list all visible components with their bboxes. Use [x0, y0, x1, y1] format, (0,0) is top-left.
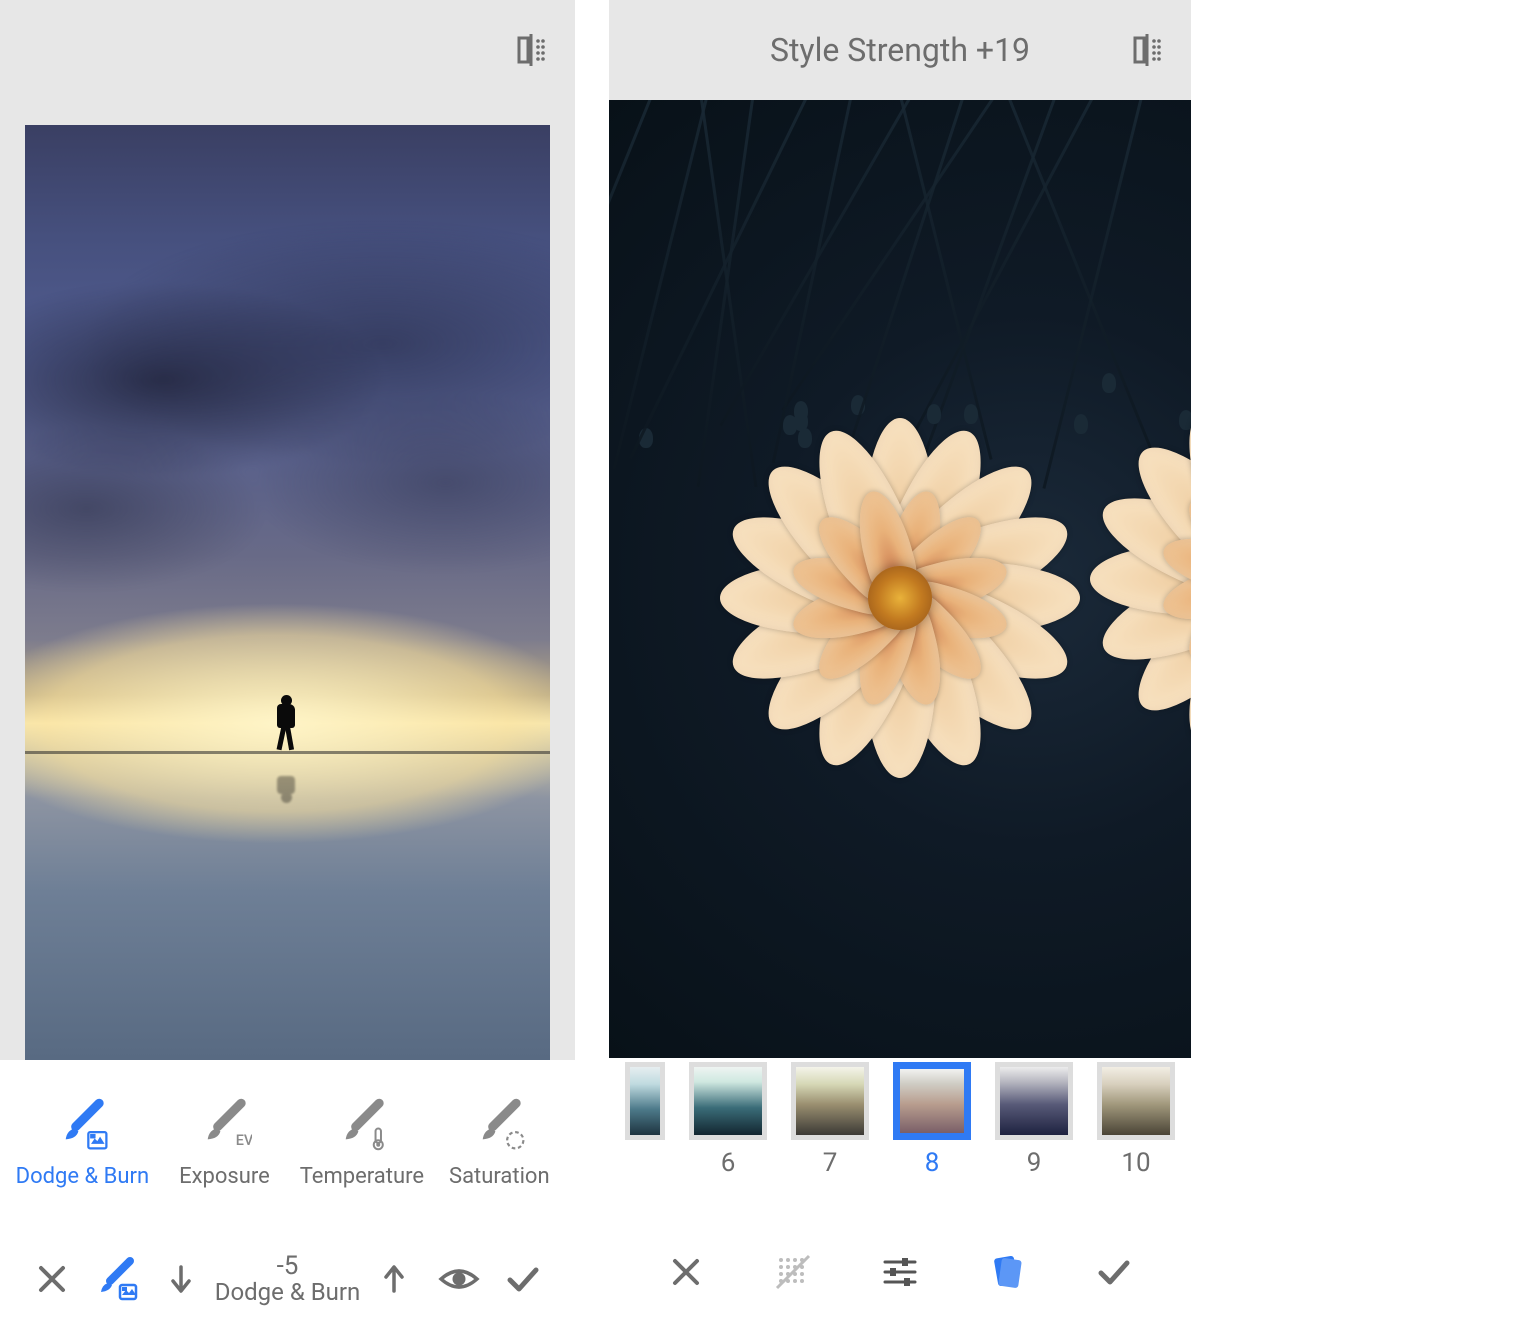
apply-button[interactable] [495, 1251, 551, 1307]
editor-panel-right: Style Strength +19 6 7 8 9 10 [609, 0, 1191, 1334]
filter-label: 10 [1121, 1148, 1150, 1178]
close-icon [666, 1252, 706, 1292]
header-bar: Style Strength +19 [609, 0, 1191, 100]
brush-icon [334, 1096, 390, 1152]
filter-label: 9 [1027, 1148, 1042, 1178]
filter-label: 6 [721, 1148, 736, 1178]
photo-preview [25, 125, 550, 1060]
filter-label: 8 [925, 1148, 940, 1178]
arrow-up-icon [376, 1261, 412, 1297]
svg-text:EV: EV [236, 1131, 252, 1148]
mask-toggle-button[interactable] [765, 1244, 821, 1300]
eye-icon [437, 1257, 481, 1301]
increase-button[interactable] [366, 1251, 422, 1307]
photo-canvas[interactable] [0, 100, 575, 1060]
arrow-down-icon [163, 1261, 199, 1297]
visibility-button[interactable] [431, 1251, 487, 1307]
compare-icon [511, 30, 551, 70]
tool-temperature[interactable]: Temperature [300, 1096, 424, 1189]
photo-preview [609, 100, 1191, 1058]
bottom-bar: -5 Dodge & Burn [0, 1224, 575, 1334]
filter-item-7[interactable]: 7 [791, 1062, 869, 1178]
mask-dots-icon [771, 1250, 815, 1294]
stepper-readout: -5 Dodge & Burn [215, 1253, 361, 1305]
compare-icon [1127, 30, 1167, 70]
filter-swatch [893, 1062, 971, 1140]
tool-saturation[interactable]: Saturation [439, 1096, 559, 1189]
filter-item-6[interactable]: 6 [689, 1062, 767, 1178]
tool-label: Dodge & Burn [16, 1164, 149, 1189]
compare-button[interactable] [1123, 26, 1171, 74]
decrease-button[interactable] [153, 1251, 209, 1307]
brush-icon: EV [196, 1096, 252, 1152]
stepper-label: Dodge & Burn [215, 1280, 361, 1305]
filter-swatch [625, 1062, 665, 1140]
filter-swatch [1097, 1062, 1175, 1140]
style-cards-icon [984, 1249, 1030, 1295]
header-bar [0, 0, 575, 100]
styles-button[interactable] [979, 1244, 1035, 1300]
filter-item-10[interactable]: 10 [1097, 1062, 1175, 1178]
apply-button[interactable] [1086, 1244, 1142, 1300]
sliders-icon [878, 1250, 922, 1294]
filter-swatch [791, 1062, 869, 1140]
brush-icon [471, 1096, 527, 1152]
brush-tool-row: Dodge & Burn EV Exposure Temperature Sat… [0, 1060, 575, 1224]
check-icon [1093, 1251, 1135, 1293]
tool-exposure[interactable]: EV Exposure [164, 1096, 284, 1189]
close-icon [32, 1259, 72, 1299]
brush-mask-icon [92, 1255, 140, 1303]
cancel-button[interactable] [24, 1251, 80, 1307]
tool-label: Saturation [449, 1164, 550, 1189]
compare-button[interactable] [507, 26, 555, 74]
filter-item-8[interactable]: 8 [893, 1062, 971, 1178]
adjust-sliders-button[interactable] [872, 1244, 928, 1300]
tool-label: Temperature [300, 1164, 424, 1189]
brush-mask-button[interactable] [88, 1251, 144, 1307]
value-stepper: -5 Dodge & Burn [153, 1251, 423, 1307]
stepper-value: -5 [277, 1253, 299, 1280]
filter-strip[interactable]: 6 7 8 9 10 [609, 1058, 1191, 1210]
bottom-bar [609, 1210, 1191, 1334]
filter-item-9[interactable]: 9 [995, 1062, 1073, 1178]
header-title: Style Strength +19 [770, 31, 1030, 69]
filter-swatch [689, 1062, 767, 1140]
editor-panel-left: Dodge & Burn EV Exposure Temperature Sat… [0, 0, 575, 1334]
photo-canvas[interactable] [609, 100, 1191, 1058]
tool-dodge-burn[interactable]: Dodge & Burn [16, 1096, 149, 1189]
brush-icon [54, 1096, 110, 1152]
cancel-button[interactable] [658, 1244, 714, 1300]
filter-swatch [995, 1062, 1073, 1140]
filter-prev-edge[interactable] [625, 1062, 665, 1178]
tool-label: Exposure [179, 1164, 270, 1189]
check-icon [502, 1258, 544, 1300]
filter-label: 7 [823, 1148, 838, 1178]
